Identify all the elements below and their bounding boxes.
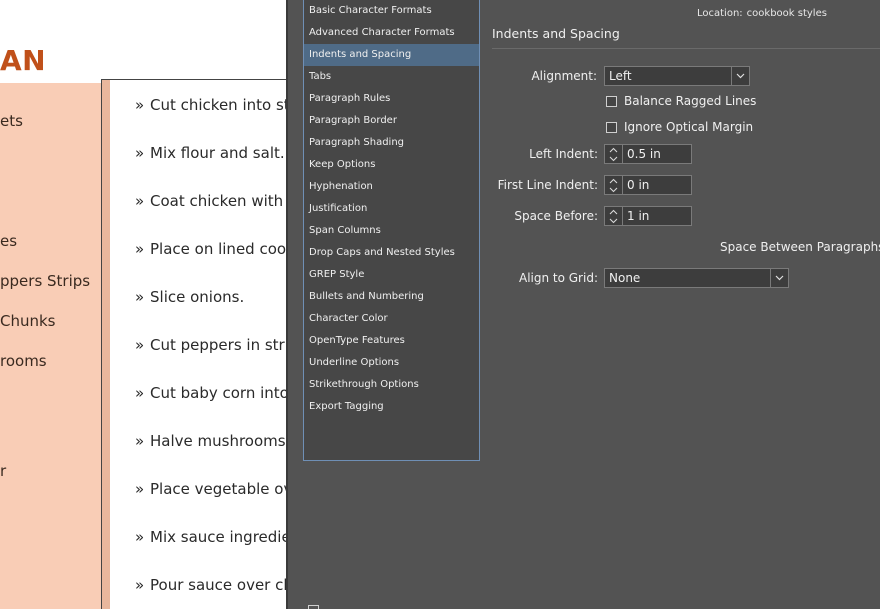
left-indent-field[interactable]: 0.5 in (622, 144, 692, 164)
alignment-dropdown[interactable]: Left (604, 66, 750, 86)
category-advanced-character-formats[interactable]: Advanced Character Formats (304, 22, 479, 44)
step-text: Cut baby corn into c (150, 384, 290, 402)
category-paragraph-rules[interactable]: Paragraph Rules (304, 88, 479, 110)
first-line-indent-stepper[interactable] (604, 175, 623, 195)
category-list[interactable]: Basic Character Formats Advanced Charact… (303, 0, 480, 461)
ignore-optical-margin-checkbox[interactable] (606, 122, 617, 133)
section-divider (492, 48, 880, 49)
category-basic-character-formats[interactable]: Basic Character Formats (304, 0, 479, 22)
align-to-grid-label: Align to Grid: (518, 271, 598, 285)
balance-ragged-lines-checkbox[interactable] (606, 96, 617, 107)
page-edge-left (101, 79, 102, 609)
ingredient-item: r (0, 462, 7, 480)
category-hyphenation[interactable]: Hyphenation (304, 176, 479, 198)
step-item: » Place on lined cook (135, 240, 290, 258)
step-item: » Place vegetable ov (135, 480, 290, 498)
category-drop-caps-nested-styles[interactable]: Drop Caps and Nested Styles (304, 242, 479, 264)
left-indent-label: Left Indent: (529, 147, 598, 161)
location-label: Location: (697, 8, 743, 19)
step-text: Slice onions. (150, 288, 245, 306)
preview-checkbox[interactable] (308, 605, 319, 609)
page-shadow (102, 80, 110, 609)
style-location: Location: cookbook styles (697, 8, 827, 19)
chevron-down-icon[interactable] (770, 269, 788, 287)
ingredient-item: Chunks (0, 312, 56, 330)
category-paragraph-border[interactable]: Paragraph Border (304, 110, 479, 132)
step-item: » Pour sauce over ch (135, 576, 290, 594)
step-item: » Cut chicken into stri (135, 96, 290, 114)
category-opentype-features[interactable]: OpenType Features (304, 330, 479, 352)
bullet-glyph: » (135, 432, 145, 450)
step-item: » Mix flour and salt. (135, 144, 285, 162)
category-indents-and-spacing[interactable]: Indents and Spacing (304, 44, 479, 66)
step-item: » Slice onions. (135, 288, 244, 306)
first-line-indent-value: 0 in (627, 178, 650, 192)
left-indent-stepper[interactable] (604, 144, 623, 164)
category-paragraph-shading[interactable]: Paragraph Shading (304, 132, 479, 154)
step-item: » Halve mushrooms. (135, 432, 290, 450)
space-before-stepper[interactable] (604, 206, 623, 226)
section-title: Indents and Spacing (492, 26, 620, 41)
first-line-indent-label: First Line Indent: (497, 178, 598, 192)
category-grep-style[interactable]: GREP Style (304, 264, 479, 286)
alignment-label: Alignment: (531, 69, 597, 83)
step-item: » Cut peppers in strip (135, 336, 290, 354)
step-text: Place on lined cook (150, 240, 290, 258)
bullet-glyph: » (135, 96, 145, 114)
ingredient-item: ppers Strips (0, 272, 91, 290)
category-underline-options[interactable]: Underline Options (304, 352, 479, 374)
location-value: cookbook styles (746, 8, 827, 19)
ignore-optical-margin-label[interactable]: Ignore Optical Margin (624, 120, 753, 134)
category-keep-options[interactable]: Keep Options (304, 154, 479, 176)
first-line-indent-field[interactable]: 0 in (622, 175, 692, 195)
align-to-grid-value: None (609, 271, 641, 285)
step-text: Place vegetable ov (150, 480, 290, 498)
bullet-glyph: » (135, 576, 145, 594)
balance-ragged-lines-label[interactable]: Balance Ragged Lines (624, 94, 756, 108)
doc-heading: AN (0, 44, 47, 77)
step-text: Mix flour and salt. (150, 144, 285, 162)
bullet-glyph: » (135, 144, 145, 162)
bullet-glyph: » (135, 288, 145, 306)
bullet-glyph: » (135, 384, 145, 402)
bullet-glyph: » (135, 528, 145, 546)
bullet-glyph: » (135, 336, 145, 354)
ingredient-item: ets (0, 112, 23, 130)
step-text: Halve mushrooms. (150, 432, 290, 450)
category-strikethrough-options[interactable]: Strikethrough Options (304, 374, 479, 396)
step-text: Coat chicken with fl (150, 192, 290, 210)
category-span-columns[interactable]: Span Columns (304, 220, 479, 242)
paragraph-style-options-dialog: Location: cookbook styles Basic Character… (288, 0, 880, 609)
space-before-label: Space Before: (514, 209, 598, 223)
ingredient-item: es (0, 232, 18, 250)
bullet-glyph: » (135, 192, 145, 210)
bullet-glyph: » (135, 480, 145, 498)
alignment-value: Left (609, 69, 632, 83)
category-character-color[interactable]: Character Color (304, 308, 479, 330)
step-item: » Coat chicken with fl (135, 192, 290, 210)
chevron-down-icon[interactable] (731, 67, 749, 85)
document-canvas: AN ets es ppers Strips Chunks rooms r » C… (0, 0, 290, 609)
space-between-paragraphs-label: Space Between Paragraphs U (720, 240, 880, 254)
step-text: Cut chicken into stri (150, 96, 290, 114)
page-edge-top (101, 79, 290, 80)
align-to-grid-dropdown[interactable]: None (604, 268, 789, 288)
left-indent-value: 0.5 in (627, 147, 661, 161)
category-export-tagging[interactable]: Export Tagging (304, 396, 479, 418)
space-before-field[interactable]: 1 in (622, 206, 692, 226)
step-text: Cut peppers in strip (150, 336, 290, 354)
ingredient-item: rooms (0, 352, 47, 370)
space-before-value: 1 in (627, 209, 650, 223)
step-text: Mix sauce ingredie (150, 528, 290, 546)
category-tabs[interactable]: Tabs (304, 66, 479, 88)
ingredients-sidebar: ets es ppers Strips Chunks rooms r (0, 83, 103, 609)
bullet-glyph: » (135, 240, 145, 258)
step-item: » Cut baby corn into c (135, 384, 290, 402)
step-item: » Mix sauce ingredie (135, 528, 290, 546)
category-justification[interactable]: Justification (304, 198, 479, 220)
step-text: Pour sauce over ch (150, 576, 290, 594)
category-bullets-and-numbering[interactable]: Bullets and Numbering (304, 286, 479, 308)
